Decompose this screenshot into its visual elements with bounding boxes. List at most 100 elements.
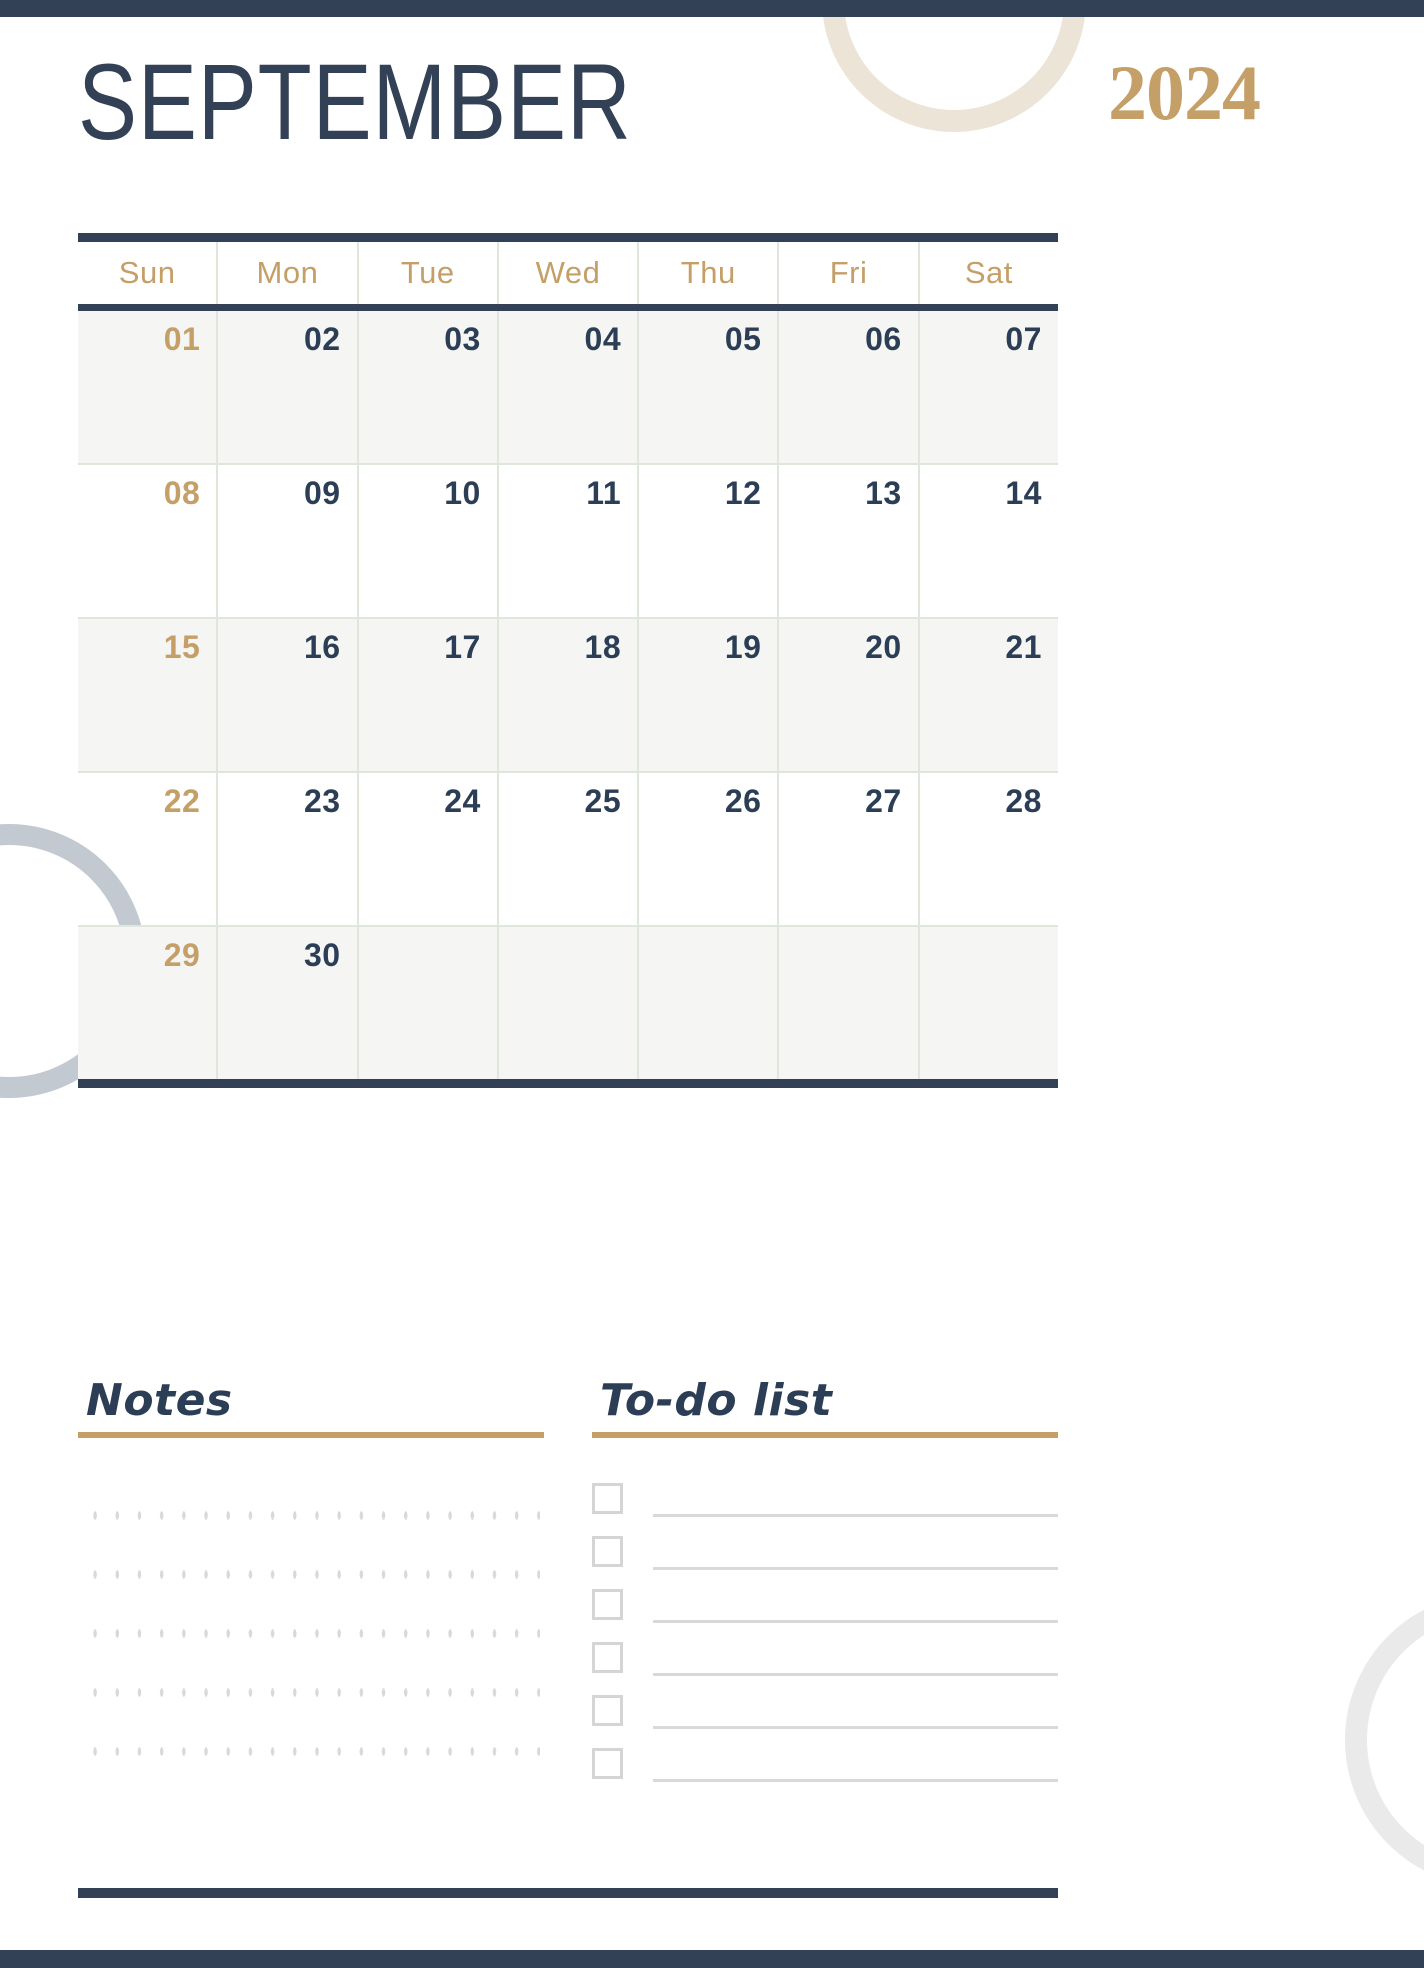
day-number: 06 [865, 321, 902, 357]
day-number: 20 [865, 629, 902, 665]
day-number: 12 [724, 475, 762, 511]
day-cell-08[interactable]: 08 [78, 465, 216, 617]
day-cell-13[interactable]: 13 [777, 465, 917, 617]
todo-row [592, 1464, 1058, 1518]
day-cell-23[interactable]: 23 [216, 773, 356, 925]
month-title: SEPTEMBER [78, 41, 632, 162]
day-number: 19 [724, 629, 762, 665]
day-cell-10[interactable]: 10 [356, 465, 497, 617]
todo-panel: To-do list [592, 1375, 1058, 1790]
day-cell-25[interactable]: 25 [496, 773, 637, 925]
day-cell-06[interactable]: 06 [777, 311, 917, 463]
day-number: 23 [303, 783, 341, 819]
weekday-header-mon: Mon [216, 242, 356, 304]
weekday-header-thu: Thu [637, 242, 777, 304]
day-number: 25 [584, 783, 622, 819]
day-number: 10 [444, 475, 481, 511]
calendar-top-rule [78, 233, 1058, 242]
notes-panel: Notes [78, 1375, 544, 1791]
day-cell-04[interactable]: 04 [496, 311, 637, 463]
day-cell-22[interactable]: 22 [78, 773, 216, 925]
todo-write-line[interactable] [653, 1514, 1058, 1518]
todo-write-line[interactable] [653, 1779, 1058, 1783]
day-number: 29 [163, 937, 201, 973]
calendar-week-row: 15 16 17 18 19 20 21 [78, 619, 1058, 773]
calendar-bottom-rule [78, 1079, 1058, 1088]
weekday-header-fri: Fri [777, 242, 917, 304]
day-cell-17[interactable]: 17 [356, 619, 497, 771]
day-cell-01[interactable]: 01 [78, 311, 216, 463]
calendar-weeks: 01 02 03 04 05 06 07 08 09 10 11 12 13 14 15 16 17 18 19 20… [78, 311, 1058, 1079]
day-cell-19[interactable]: 19 [637, 619, 777, 771]
day-cell-16[interactable]: 16 [216, 619, 356, 771]
day-cell-28[interactable]: 28 [917, 773, 1058, 925]
day-number: 27 [865, 783, 902, 819]
day-cell-09[interactable]: 09 [216, 465, 356, 617]
footer-rule [78, 1888, 1058, 1898]
day-cell-15[interactable]: 15 [78, 619, 216, 771]
calendar-page: SEPTEMBER 2024 Sun Mon Tue Wed Thu Fri Sat 01 0… [0, 0, 1424, 1968]
day-number: 24 [444, 783, 481, 819]
day-number: 05 [724, 321, 762, 357]
todo-row [592, 1623, 1058, 1677]
day-cell-18[interactable]: 18 [496, 619, 637, 771]
day-number: 21 [1005, 629, 1042, 665]
day-cell-11[interactable]: 11 [496, 465, 637, 617]
todo-checkbox[interactable] [592, 1536, 623, 1568]
todo-items [592, 1464, 1058, 1783]
decorative-ring-lightgray [1345, 1593, 1424, 1887]
notes-writing-area[interactable] [78, 1480, 540, 1791]
day-number: 08 [163, 475, 201, 511]
day-cell-14[interactable]: 14 [917, 465, 1058, 617]
day-number: 30 [303, 937, 341, 973]
day-cell-02[interactable]: 02 [216, 311, 356, 463]
lower-section: Notes To-do list [78, 1375, 1058, 1791]
day-cell-21[interactable]: 21 [917, 619, 1058, 771]
notes-title: Notes [86, 1375, 233, 1426]
todo-write-line[interactable] [653, 1726, 1058, 1730]
todo-row [592, 1517, 1058, 1571]
day-cell-12[interactable]: 12 [637, 465, 777, 617]
todo-checkbox[interactable] [592, 1695, 623, 1727]
todo-write-line[interactable] [653, 1673, 1058, 1677]
day-number: 14 [1005, 475, 1042, 511]
todo-checkbox[interactable] [592, 1642, 623, 1674]
todo-title: To-do list [600, 1375, 833, 1426]
todo-checkbox[interactable] [592, 1483, 623, 1515]
todo-row [592, 1570, 1058, 1624]
year-title: 2024 [1108, 49, 1261, 136]
bottom-accent-bar [0, 1950, 1424, 1968]
day-cell-29[interactable]: 29 [78, 927, 216, 1079]
day-cell-26[interactable]: 26 [637, 773, 777, 925]
todo-write-line[interactable] [653, 1567, 1058, 1571]
calendar-week-row: 22 23 24 25 26 27 28 [78, 773, 1058, 927]
day-cell-20[interactable]: 20 [777, 619, 917, 771]
calendar-week-row: 29 30 [78, 927, 1058, 1079]
day-cell-empty [917, 927, 1058, 1079]
todo-underline [592, 1432, 1058, 1439]
todo-checkbox[interactable] [592, 1589, 623, 1621]
weekday-header-tue: Tue [356, 242, 497, 304]
day-cell-05[interactable]: 05 [637, 311, 777, 463]
day-cell-30[interactable]: 30 [216, 927, 356, 1079]
header-section: SEPTEMBER 2024 [78, 0, 1261, 170]
day-number: 28 [1005, 783, 1042, 819]
day-cell-27[interactable]: 27 [777, 773, 917, 925]
calendar-week-row: 08 09 10 11 12 13 14 [78, 465, 1058, 619]
day-cell-03[interactable]: 03 [356, 311, 497, 463]
day-number: 13 [865, 475, 902, 511]
calendar-week-row: 01 02 03 04 05 06 07 [78, 311, 1058, 465]
todo-write-line[interactable] [653, 1620, 1058, 1624]
day-number: 09 [303, 475, 341, 511]
top-accent-bar [0, 0, 1424, 17]
todo-row [592, 1729, 1058, 1783]
todo-checkbox[interactable] [592, 1748, 623, 1780]
day-number: 22 [163, 783, 201, 819]
day-number: 04 [584, 321, 622, 357]
day-number: 02 [303, 321, 341, 357]
day-cell-07[interactable]: 07 [917, 311, 1058, 463]
weekday-header-sat: Sat [917, 242, 1058, 304]
day-number: 11 [586, 475, 622, 511]
day-cell-24[interactable]: 24 [356, 773, 497, 925]
day-number: 17 [444, 629, 481, 665]
